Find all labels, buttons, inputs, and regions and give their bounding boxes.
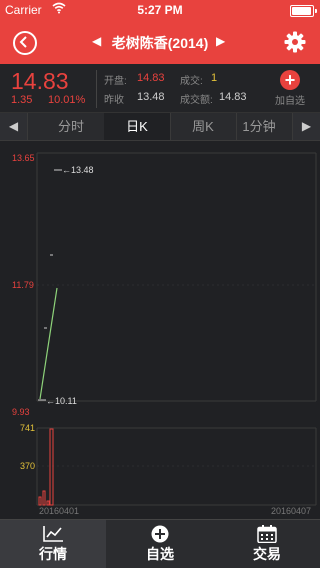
status-time: 5:27 PM: [137, 3, 183, 17]
max-price-annotation: ←13.48: [62, 165, 94, 175]
tab-market-label: 行情: [39, 546, 67, 562]
open-label: 开盘:: [104, 76, 127, 87]
bottom-tab-bar: 行情 自选 交易: [0, 519, 320, 568]
y-axis-bottom-label: 9.93: [12, 407, 30, 417]
volume-bar: [38, 496, 42, 506]
x-axis-end-label: 20160407: [271, 506, 312, 516]
tab-1-minute[interactable]: 1分钟: [226, 113, 293, 140]
tab-intraday[interactable]: 分时: [38, 113, 105, 140]
add-watchlist-label: 加自选: [275, 96, 305, 107]
kline-chart[interactable]: 13.65 11.79 9.93 ←13.48 ←10.11 741 370 2…: [0, 141, 320, 519]
volume-label: 成交:: [180, 76, 203, 87]
prev-close-label: 昨收: [104, 95, 124, 106]
battery-icon: [290, 5, 317, 17]
gear-icon[interactable]: [284, 31, 306, 53]
tab-market[interactable]: 行情: [0, 520, 106, 568]
tab-watchlist-label: 自选: [146, 546, 174, 562]
open-value: 14.83: [137, 72, 165, 84]
tab-daily-k[interactable]: 日K: [104, 113, 171, 140]
x-axis-start-label: 20160401: [39, 506, 80, 516]
volume-mid-label: 370: [20, 461, 36, 471]
tab-trade-label: 交易: [253, 546, 281, 562]
turnover-value: 14.83: [219, 91, 247, 103]
volume-value: 1: [211, 72, 218, 84]
prev-close-value: 13.48: [137, 91, 165, 103]
volume-bar: [49, 428, 54, 506]
volume-bar: [46, 500, 50, 506]
calendar-icon: [257, 525, 277, 543]
plus-circle-icon: [151, 525, 169, 543]
tab-scroll-right-icon[interactable]: ▶: [292, 113, 320, 140]
chart-trend-icon: [43, 526, 63, 542]
chart-canvas: [36, 152, 317, 506]
tab-watchlist[interactable]: 自选: [107, 520, 213, 568]
plus-icon: +: [280, 70, 300, 90]
turnover-label: 成交额:: [180, 95, 213, 106]
tab-trade[interactable]: 交易: [214, 520, 320, 568]
y-axis-top-label: 13.65: [12, 153, 35, 163]
tab-scroll-left-icon[interactable]: ◀: [0, 113, 28, 140]
nav-bar: ◀ 老树陈香(2014) ▶: [0, 20, 320, 64]
next-stock-icon[interactable]: ▶: [216, 34, 225, 48]
y-axis-mid-label: 11.79: [12, 280, 34, 290]
volume-bar: [42, 490, 46, 506]
stock-title: 老树陈香(2014): [111, 35, 209, 51]
status-bar: Carrier 5:27 PM: [0, 0, 320, 20]
add-to-watchlist-button[interactable]: + 加自选: [272, 70, 308, 107]
period-tab-bar: ◀ 分时 日K 周K 1分钟 ▶: [0, 113, 320, 141]
min-price-annotation: ←10.11: [46, 396, 77, 406]
divider: [96, 70, 97, 108]
quote-panel: 14.83 1.35 10.01% 开盘: 14.83 成交: 1 昨收 13.…: [0, 64, 320, 113]
price-series-line: [39, 287, 58, 400]
price-change-percent: 10.01%: [48, 94, 86, 106]
current-price: 14.83: [11, 68, 69, 94]
price-change: 1.35: [11, 94, 33, 106]
volume-top-label: 741: [20, 423, 36, 433]
